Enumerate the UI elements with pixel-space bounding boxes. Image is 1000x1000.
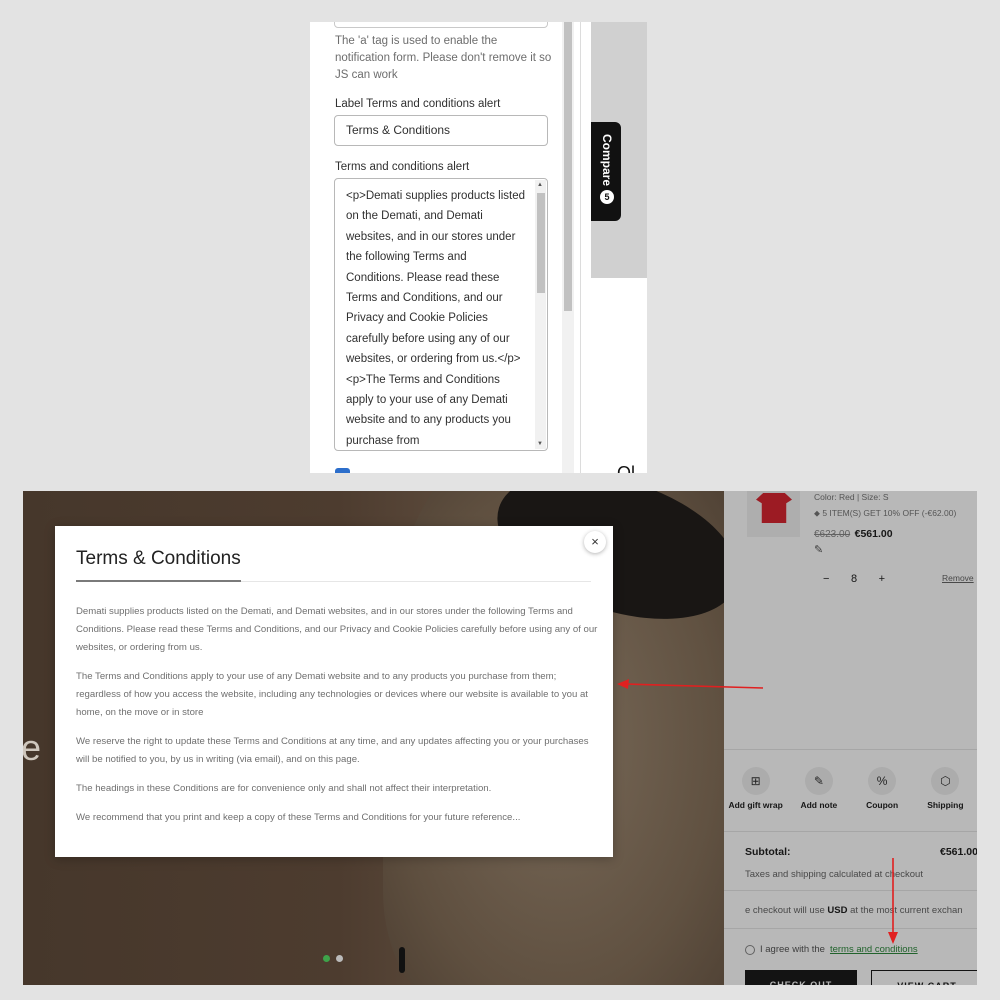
slider-dot-active[interactable]	[323, 955, 330, 962]
terms-modal: × Terms & Conditions Demati supplies pro…	[55, 526, 613, 857]
preview-cut-text: Ol	[617, 463, 635, 473]
modal-body: Demati supplies products listed on the D…	[76, 603, 601, 838]
scroll-up-icon[interactable]: ▲	[537, 182, 543, 188]
label-field-label: Label Terms and conditions alert	[335, 98, 501, 110]
slider-dot[interactable]	[336, 955, 343, 962]
terms-paragraph: We reserve the right to update these Ter…	[76, 736, 589, 765]
textarea-scroll-thumb[interactable]	[537, 193, 545, 293]
theme-editor-panel: The 'a' tag is used to enable the notifi…	[310, 22, 647, 473]
alert-field-label: Terms and conditions alert	[335, 161, 470, 173]
terms-paragraph: The headings in these Conditions are for…	[76, 783, 492, 794]
compare-tab[interactable]: Compare 5	[591, 122, 621, 221]
panel-scrollbar[interactable]	[562, 22, 574, 473]
drawer-dim-overlay	[724, 491, 977, 985]
terms-paragraph: The Terms and Conditions apply to your u…	[76, 671, 588, 718]
panel-divider	[580, 22, 590, 473]
storefront-preview: le Color: Red | Size: S ⬥ 5 ITEM(S) GET …	[23, 491, 977, 985]
slider-dots	[323, 955, 343, 962]
panel-scroll-thumb[interactable]	[564, 22, 572, 311]
hoodie-drawstring	[399, 947, 405, 973]
terms-alert-text: <p>Demati supplies products listed on th…	[346, 190, 525, 447]
compare-label: Compare	[600, 134, 614, 187]
modal-title: Terms & Conditions	[76, 548, 241, 569]
terms-paragraph: Demati supplies products listed on the D…	[76, 606, 598, 653]
compare-count-badge: 5	[600, 190, 614, 205]
textarea-scrollbar[interactable]: ▲ ▼	[535, 180, 546, 449]
previous-input-field[interactable]	[334, 22, 548, 28]
title-underline	[76, 580, 241, 582]
label-terms-input[interactable]: Terms & Conditions	[334, 115, 548, 146]
help-text: The 'a' tag is used to enable the notifi…	[335, 35, 552, 81]
close-icon[interactable]: ×	[584, 531, 606, 553]
scroll-down-icon[interactable]: ▼	[537, 441, 543, 447]
hero-heading-fragment: le	[23, 727, 42, 768]
terms-alert-textarea[interactable]: <p>Demati supplies products listed on th…	[334, 178, 548, 451]
terms-paragraph: We recommend that you print and keep a c…	[76, 812, 521, 823]
enable-checkbox[interactable]	[335, 468, 350, 473]
